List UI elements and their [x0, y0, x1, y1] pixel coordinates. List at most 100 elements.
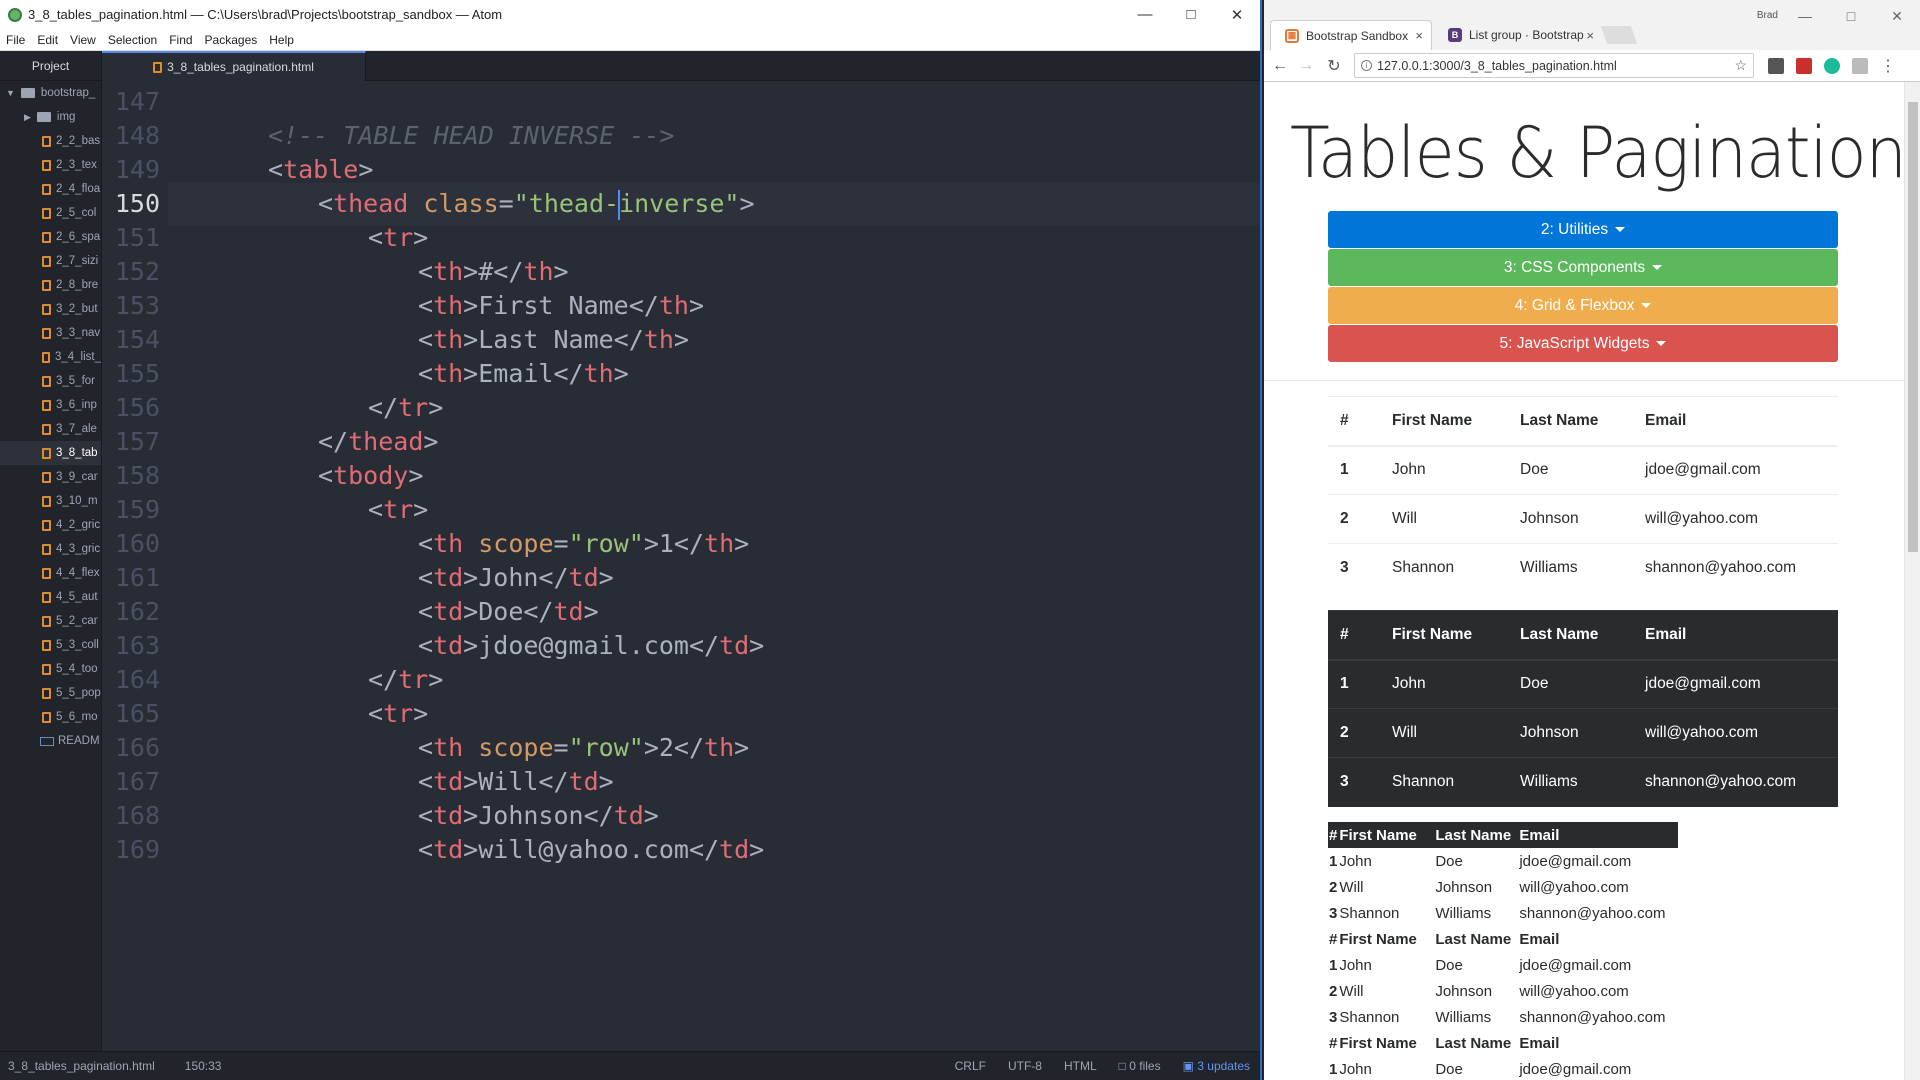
- status-cursor-position[interactable]: 150:33: [185, 1059, 222, 1073]
- tree-file-item[interactable]: 2_8_bre: [0, 273, 101, 297]
- divider: [1264, 380, 1904, 381]
- package-icon: ▣: [1182, 1059, 1198, 1073]
- row-index: 3: [1328, 757, 1380, 807]
- dropdown-css-components[interactable]: 3: CSS Components: [1328, 249, 1838, 286]
- close-icon[interactable]: ✕: [1214, 0, 1260, 29]
- extension-icon[interactable]: [1796, 58, 1812, 74]
- tree-file-item[interactable]: 4_5_aut: [0, 585, 101, 609]
- tree-file-item[interactable]: 5_3_coll: [0, 633, 101, 657]
- atom-title-bar: 3_8_tables_pagination.html — C:\Users\br…: [0, 0, 1260, 29]
- tree-file-item[interactable]: 2_7_sizi: [0, 249, 101, 273]
- close-icon[interactable]: ✕: [1874, 2, 1920, 30]
- atom-logo-icon: [8, 7, 22, 22]
- scrollbar-thumb[interactable]: [1908, 102, 1918, 552]
- code-area[interactable]: <!-- TABLE HEAD INVERSE --> <table> <the…: [168, 81, 1260, 1051]
- browser-tab-title: List group · Bootstrap: [1469, 28, 1584, 42]
- menu-find[interactable]: Find: [169, 33, 192, 47]
- maximize-icon[interactable]: □: [1168, 0, 1214, 29]
- minimize-icon[interactable]: —: [1782, 2, 1828, 30]
- back-icon[interactable]: ←: [1266, 57, 1294, 75]
- tree-file-item[interactable]: 2_2_bas: [0, 129, 101, 153]
- status-grammar[interactable]: HTML: [1064, 1059, 1097, 1073]
- cell-email: jdoe@gmail.com: [1633, 445, 1838, 495]
- tree-file-item[interactable]: 5_4_too: [0, 657, 101, 681]
- bookmark-star-icon[interactable]: ☆: [1734, 57, 1747, 74]
- tree-file-item[interactable]: 3_3_nav: [0, 321, 101, 345]
- tree-file-item[interactable]: 3_8_tab: [0, 441, 101, 465]
- tree-folder-img[interactable]: ▶ img: [0, 105, 101, 129]
- menu-help[interactable]: Help: [269, 33, 294, 47]
- new-tab-button[interactable]: [1600, 26, 1638, 44]
- status-encoding[interactable]: UTF-8: [1008, 1059, 1042, 1073]
- folder-icon: [36, 112, 51, 122]
- table-header-cell: Email: [1633, 610, 1838, 661]
- row-index: 2: [1328, 494, 1380, 544]
- tree-file-readme[interactable]: READM: [0, 729, 101, 753]
- extension-icon[interactable]: [1824, 58, 1840, 74]
- tree-file-item[interactable]: 2_3_tex: [0, 153, 101, 177]
- status-updates[interactable]: ▣ 3 updates: [1183, 1059, 1250, 1073]
- tree-root-folder[interactable]: ▼ bootstrap_: [0, 81, 101, 105]
- info-icon: i: [1361, 60, 1372, 71]
- tree-file-item[interactable]: 3_5_for: [0, 369, 101, 393]
- atom-menu-bar: File Edit View Selection Find Packages H…: [0, 29, 1260, 51]
- extension-icon[interactable]: [1768, 58, 1784, 74]
- page-scrollbar[interactable]: [1904, 82, 1920, 1080]
- tree-file-item[interactable]: 5_5_pop: [0, 681, 101, 705]
- cell-email: jdoe@gmail.com: [1633, 659, 1838, 709]
- tree-file-item[interactable]: 3_4_list_: [0, 345, 101, 369]
- dropdown-utilities[interactable]: 2: Utilities: [1328, 211, 1838, 248]
- menu-file[interactable]: File: [6, 33, 25, 47]
- extension-icon[interactable]: [1852, 58, 1868, 74]
- tree-file-item[interactable]: 5_6_mo: [0, 705, 101, 729]
- tree-file-label: 2_5_col: [56, 207, 97, 219]
- html-file-icon: [42, 615, 51, 627]
- table-row: 2 Will Johnson will@yahoo.com: [1329, 878, 1629, 896]
- tree-file-item[interactable]: 3_10_m: [0, 489, 101, 513]
- browser-tab-active[interactable]: ▦ Bootstrap Sandbox ×: [1270, 20, 1432, 50]
- tree-file-label: 3_4_list_: [54, 351, 101, 363]
- tree-file-item[interactable]: 2_6_spa: [0, 225, 101, 249]
- status-file-path[interactable]: 3_8_tables_pagination.html: [8, 1059, 155, 1073]
- chrome-menu-icon[interactable]: ⋮: [1880, 56, 1896, 76]
- status-line-ending[interactable]: CRLF: [955, 1059, 986, 1073]
- html-file-icon: [42, 183, 51, 195]
- dropdown-javascript-widgets[interactable]: 5: JavaScript Widgets: [1328, 325, 1838, 362]
- tree-file-item[interactable]: 2_5_col: [0, 201, 101, 225]
- minimize-icon[interactable]: —: [1122, 0, 1168, 29]
- tab-file[interactable]: 3_8_tables_pagination.html: [102, 51, 366, 81]
- menu-packages[interactable]: Packages: [205, 33, 258, 47]
- browser-tab[interactable]: B List group · Bootstrap ×: [1434, 20, 1602, 50]
- html-file-icon: [42, 639, 51, 651]
- maximize-icon[interactable]: □: [1828, 2, 1874, 30]
- table-header-row: # First Name Last Name Email: [1329, 1034, 1560, 1052]
- tree-file-item[interactable]: 3_9_car: [0, 465, 101, 489]
- tree-file-item[interactable]: 2_4_floa: [0, 177, 101, 201]
- address-bar[interactable]: i 127.0.0.1:3000/3_8_tables_pagination.h…: [1354, 53, 1754, 78]
- menu-selection[interactable]: Selection: [108, 33, 157, 47]
- dropdown-grid-flexbox[interactable]: 4: Grid & Flexbox: [1328, 287, 1838, 324]
- chrome-profile-name[interactable]: Brad: [1757, 10, 1778, 21]
- reload-icon[interactable]: ↻: [1320, 56, 1348, 76]
- tree-file-label: 5_6_mo: [56, 711, 98, 723]
- tree-file-item[interactable]: 4_3_gric: [0, 537, 101, 561]
- tree-file-item[interactable]: 4_2_gric: [0, 513, 101, 537]
- tree-file-item[interactable]: 4_4_flex: [0, 561, 101, 585]
- tab-project[interactable]: Project: [0, 51, 102, 81]
- forward-icon[interactable]: →: [1292, 57, 1320, 75]
- code-editor[interactable]: 147 148 149 150 151 152 153 154 155 156 157 158 159 1…: [102, 81, 1260, 1051]
- tree-file-label: 3_6_inp: [56, 399, 97, 411]
- close-tab-icon[interactable]: ×: [1415, 28, 1423, 43]
- cell-email: will@yahoo.com: [1633, 708, 1838, 758]
- status-git-files[interactable]: □ 0 files: [1119, 1059, 1161, 1073]
- menu-view[interactable]: View: [70, 33, 96, 47]
- tree-file-item[interactable]: 5_2_car: [0, 609, 101, 633]
- table-row: 3 Shannon Williams shannon@yahoo.com: [1328, 757, 1838, 807]
- cell-email: will@yahoo.com: [1633, 494, 1838, 544]
- tree-file-item[interactable]: 3_7_ale: [0, 417, 101, 441]
- tree-file-item[interactable]: 3_6_inp: [0, 393, 101, 417]
- atom-status-bar: 3_8_tables_pagination.html 150:33 CRLF U…: [0, 1051, 1260, 1080]
- menu-edit[interactable]: Edit: [37, 33, 58, 47]
- tree-file-item[interactable]: 3_2_but: [0, 297, 101, 321]
- close-tab-icon[interactable]: ×: [1586, 28, 1594, 43]
